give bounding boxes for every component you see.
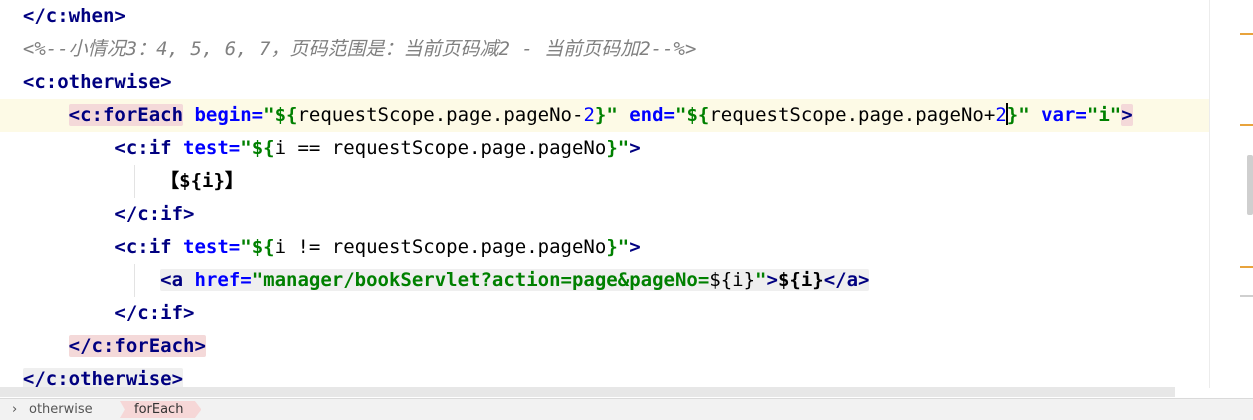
tag-open-if: <c:if bbox=[114, 236, 172, 258]
tag-close-if: </c:if> bbox=[114, 203, 195, 225]
attr-test-quote-close: }" bbox=[606, 137, 630, 159]
attr-end-quote-close: }" bbox=[1006, 104, 1030, 126]
code-line-10[interactable]: </c:if> bbox=[0, 297, 1209, 330]
attr-href-expression: ${i} bbox=[709, 269, 756, 291]
attr-begin-quote-close: }" bbox=[594, 104, 618, 126]
breadcrumb-item-foreach[interactable]: forEach bbox=[120, 401, 202, 418]
current-page-text: 【${i}】 bbox=[160, 170, 244, 192]
attr-var-value: "i" bbox=[1086, 104, 1122, 126]
tag-open-foreach-close: > bbox=[1121, 104, 1133, 126]
code-line-2[interactable]: <%--小情况3：4, 5, 6, 7，页码范围是：当前页码减2 - 当前页码加… bbox=[0, 33, 1209, 66]
tag-open-otherwise: <c:otherwise> bbox=[22, 71, 172, 93]
code-line-1[interactable]: </c:when> bbox=[0, 0, 1209, 33]
code-line-12[interactable]: </c:otherwise> bbox=[0, 363, 1209, 388]
tag-close-anchor: </a> bbox=[823, 269, 870, 291]
tag-open-if-close: > bbox=[629, 137, 641, 159]
attr-begin-number: 2 bbox=[583, 104, 595, 126]
attr-end-expression: requestScope.page.pageNo+ bbox=[709, 104, 996, 126]
tag-open-foreach: <c:forEach bbox=[68, 104, 184, 126]
anchor-body: ${i} bbox=[777, 269, 824, 291]
code-line-4-current[interactable]: <c:forEach begin="${requestScope.page.pa… bbox=[0, 99, 1209, 132]
attr-test-expression: i != requestScope.page.pageNo bbox=[274, 236, 607, 258]
attr-href-value: "manager/bookServlet?action=page&pageNo= bbox=[251, 269, 710, 291]
tag-close-when: </c:when> bbox=[22, 5, 126, 27]
code-line-5[interactable]: <c:if test="${i == requestScope.page.pag… bbox=[0, 132, 1209, 165]
horizontal-scrollbar[interactable] bbox=[0, 387, 1175, 397]
attr-end: end= bbox=[629, 104, 675, 126]
attr-test: test= bbox=[183, 137, 241, 159]
tag-open-anchor: <a bbox=[160, 269, 184, 291]
warning-marker[interactable] bbox=[1240, 33, 1253, 35]
code-line-6[interactable]: 【${i}】 bbox=[0, 165, 1209, 198]
attr-var: var= bbox=[1041, 104, 1087, 126]
code-line-3[interactable]: <c:otherwise> bbox=[0, 66, 1209, 99]
attr-href-quote-close: " bbox=[755, 269, 767, 291]
attr-test-quote-open: "${ bbox=[240, 137, 275, 159]
jsp-comment: <%--小情况3：4, 5, 6, 7，页码范围是：当前页码减2 - 当前页码加… bbox=[22, 38, 697, 60]
tag-open-if-close: > bbox=[629, 236, 641, 258]
code-line-11[interactable]: </c:forEach> bbox=[0, 330, 1209, 363]
breadcrumb: › otherwise forEach bbox=[0, 398, 1253, 420]
attr-begin-expression: requestScope.page.pageNo- bbox=[297, 104, 584, 126]
attr-end-quote-open: "${ bbox=[675, 104, 710, 126]
code-editor[interactable]: </c:when> <%--小情况3：4, 5, 6, 7，页码范围是：当前页码… bbox=[0, 0, 1209, 388]
warning-marker[interactable] bbox=[1240, 124, 1253, 126]
info-marker[interactable] bbox=[1240, 295, 1253, 297]
warning-marker[interactable] bbox=[1240, 266, 1253, 268]
tag-close-otherwise: </c:otherwise> bbox=[22, 368, 184, 388]
breadcrumb-chevron-icon: › bbox=[12, 402, 18, 417]
tag-open-anchor-close: > bbox=[766, 269, 778, 291]
code-line-9[interactable]: <a href="manager/bookServlet?action=page… bbox=[0, 264, 1209, 297]
attr-test: test= bbox=[183, 236, 241, 258]
tag-open-if: <c:if bbox=[114, 137, 172, 159]
attr-test-quote-close: }" bbox=[606, 236, 630, 258]
attr-test-expression: i == requestScope.page.pageNo bbox=[274, 137, 607, 159]
attr-begin: begin= bbox=[194, 104, 264, 126]
attr-test-quote-open: "${ bbox=[240, 236, 275, 258]
attr-href: href= bbox=[194, 269, 252, 291]
vertical-scrollbar-thumb[interactable] bbox=[1247, 155, 1253, 215]
breadcrumb-item-otherwise[interactable]: otherwise bbox=[29, 401, 93, 418]
code-line-7[interactable]: </c:if> bbox=[0, 198, 1209, 231]
code-line-8[interactable]: <c:if test="${i != requestScope.page.pag… bbox=[0, 231, 1209, 264]
tag-close-foreach: </c:forEach> bbox=[68, 335, 206, 357]
attr-begin-quote-open: "${ bbox=[263, 104, 298, 126]
tag-close-if: </c:if> bbox=[114, 302, 195, 324]
